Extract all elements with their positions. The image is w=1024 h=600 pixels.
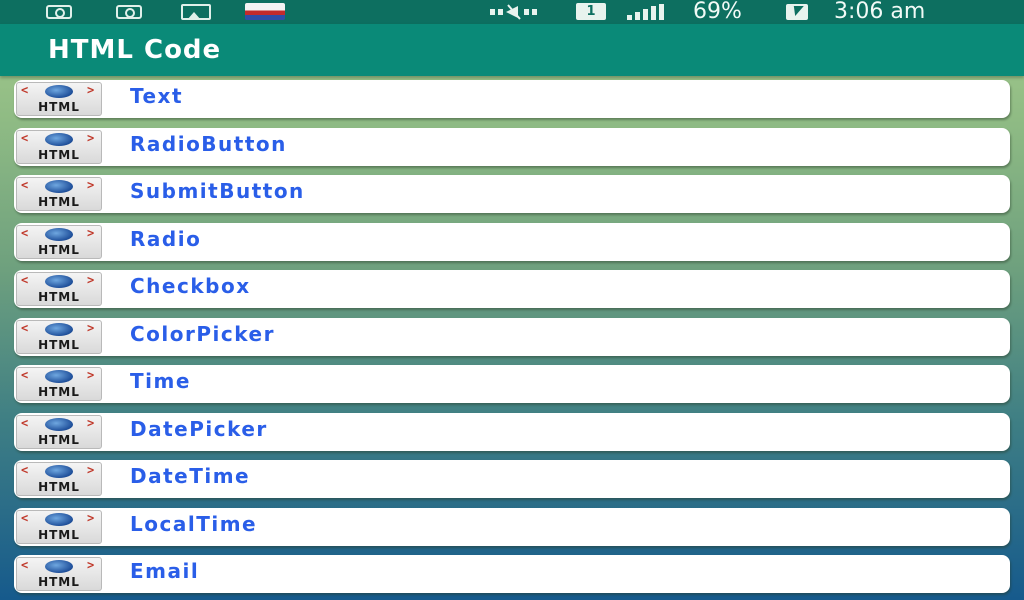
html-icon: < > HTML — [16, 82, 102, 116]
screen: 1 69% 3:06 am HTML Code < > HTML Text < — [0, 0, 1024, 600]
battery-charging-icon — [786, 4, 808, 20]
list-item-label: Radio — [130, 226, 202, 251]
list-item-label: DateTime — [130, 464, 251, 488]
list-item-datepicker[interactable]: < > HTML DatePicker — [14, 412, 1010, 451]
html-icon-label: HTML — [38, 242, 80, 257]
list-item-label: ColorPicker — [130, 321, 275, 346]
list-item-email[interactable]: < > HTML Email — [14, 555, 1010, 593]
html-icon: < > HTML — [16, 129, 102, 164]
battery-percentage: 69% — [693, 0, 742, 24]
html-icon-label: HTML — [38, 480, 80, 494]
html-icon-label: HTML — [38, 527, 80, 542]
clock: 3:06 am — [834, 0, 926, 24]
html-icon: < > HTML — [16, 367, 102, 401]
html-icon-label: HTML — [38, 337, 80, 352]
gallery-icon — [181, 4, 211, 20]
list-item-label: DatePicker — [130, 416, 268, 441]
signal-icon — [625, 4, 667, 20]
sim-icon: 1 — [576, 3, 606, 20]
html-icon: < > HTML — [16, 557, 102, 591]
html-icon-label: HTML — [38, 432, 80, 447]
html-icon: < > HTML — [16, 224, 102, 259]
list-item-text[interactable]: < > HTML Text — [14, 80, 1010, 118]
html-icon-label: HTML — [38, 290, 80, 304]
html-element-list: < > HTML Text < > HTML RadioButton < > H… — [14, 80, 1010, 600]
list-item-submitbutton[interactable]: < > HTML SubmitButton — [14, 175, 1010, 213]
status-bar: 1 69% 3:06 am — [0, 0, 1024, 24]
html-icon-label: HTML — [38, 385, 80, 399]
html-icon-label: HTML — [38, 575, 80, 589]
page-title: HTML Code — [48, 35, 222, 65]
html-icon: < > HTML — [16, 319, 102, 354]
list-item-label: RadioButton — [130, 131, 287, 156]
list-item-label: Time — [130, 369, 191, 393]
mute-icon — [488, 4, 542, 20]
html-icon: < > HTML — [16, 462, 102, 496]
html-icon: < > HTML — [16, 177, 102, 211]
list-item-checkbox[interactable]: < > HTML Checkbox — [14, 270, 1010, 308]
list-item-label: Email — [130, 559, 200, 583]
list-item-radiobutton[interactable]: < > HTML RadioButton — [14, 127, 1010, 166]
list-item-label: LocalTime — [130, 511, 258, 536]
html-icon-label: HTML — [38, 195, 80, 209]
list-item-label: Text — [130, 84, 184, 108]
html-icon: < > HTML — [16, 414, 102, 449]
list-item-localtime[interactable]: < > HTML LocalTime — [14, 507, 1010, 546]
html-icon: < > HTML — [16, 272, 102, 306]
camera-icon — [46, 5, 72, 19]
action-bar: HTML Code — [0, 24, 1024, 76]
list-item-label: Checkbox — [130, 274, 251, 298]
camera-icon — [116, 5, 142, 19]
html-icon-label: HTML — [38, 147, 80, 162]
list-item-label: SubmitButton — [130, 179, 305, 203]
html-icon-label: HTML — [38, 100, 80, 114]
list-item-colorpicker[interactable]: < > HTML ColorPicker — [14, 317, 1010, 356]
list-item-time[interactable]: < > HTML Time — [14, 365, 1010, 403]
app-icon — [245, 3, 285, 20]
list-item-radio[interactable]: < > HTML Radio — [14, 222, 1010, 261]
html-icon: < > HTML — [16, 509, 102, 544]
list-item-datetime[interactable]: < > HTML DateTime — [14, 460, 1010, 498]
